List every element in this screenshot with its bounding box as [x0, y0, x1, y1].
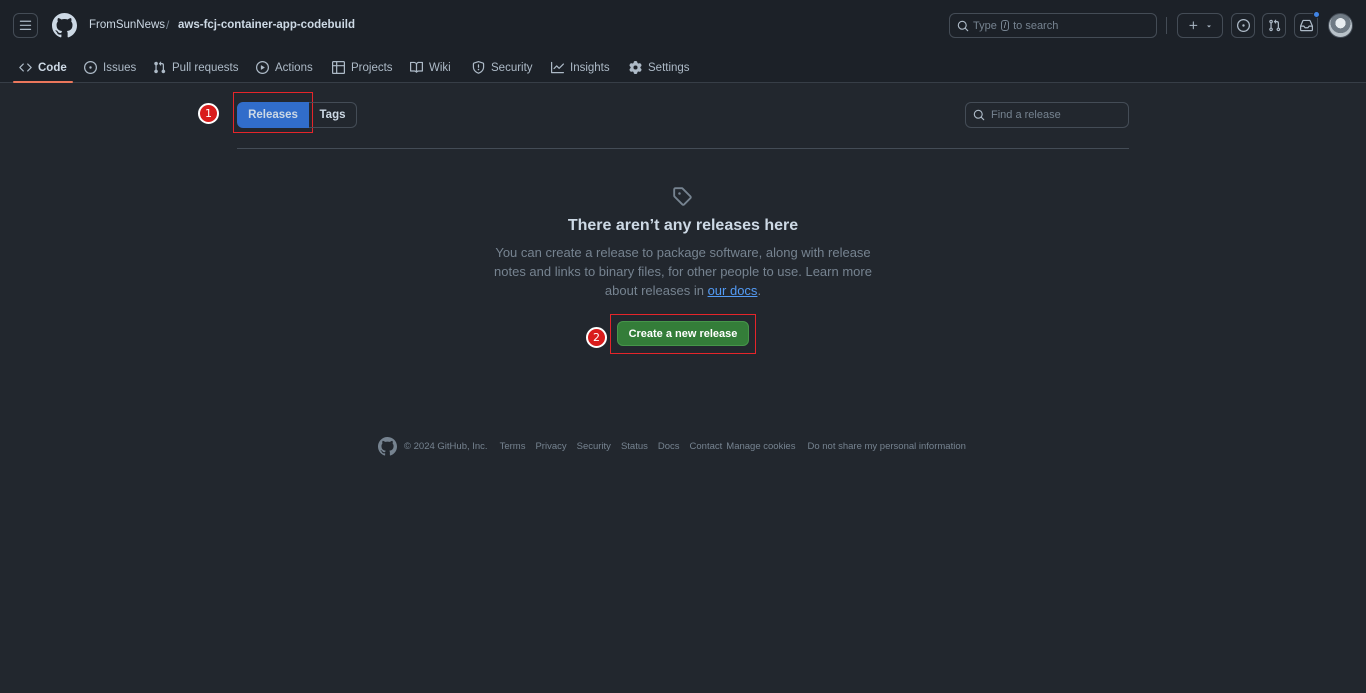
- empty-state-description: You can create a release to package soft…: [483, 243, 883, 300]
- search-icon: [957, 20, 969, 31]
- tab-issues-label: Issues: [103, 61, 137, 74]
- gear-icon: [629, 61, 642, 74]
- create-release-button[interactable]: Create a new release: [617, 321, 749, 346]
- breadcrumb-separator: /: [166, 18, 170, 32]
- releases-tags-toggle: Releases Tags: [237, 102, 357, 128]
- footer: © 2024 GitHub, Inc. Terms Privacy Securi…: [378, 436, 976, 456]
- create-new-button[interactable]: [1177, 13, 1223, 38]
- find-release-input[interactable]: Find a release: [965, 102, 1129, 128]
- inbox-icon: [1299, 19, 1313, 32]
- tag-icon: [673, 187, 692, 206]
- graph-icon: [551, 61, 564, 74]
- tab-pull-requests[interactable]: Pull requests: [153, 52, 238, 83]
- divider: [237, 148, 1129, 149]
- issues-button[interactable]: [1231, 13, 1255, 38]
- tab-security-label: Security: [491, 61, 533, 74]
- empty-state-text: You can create a release to package soft…: [494, 245, 872, 298]
- book-icon: [410, 61, 423, 73]
- tab-settings[interactable]: Settings: [629, 52, 690, 83]
- top-bar: FromSunNews / aws-fcj-container-app-code…: [0, 0, 1366, 52]
- search-hint-before: Type: [973, 19, 997, 32]
- tab-insights-label: Insights: [570, 61, 610, 74]
- github-logo-icon[interactable]: [378, 436, 397, 456]
- footer-link-contact[interactable]: Contact: [690, 441, 723, 452]
- plus-icon: [1188, 21, 1197, 30]
- tab-actions[interactable]: Actions: [256, 52, 313, 83]
- footer-link-manage-cookies[interactable]: Manage cookies: [726, 441, 795, 452]
- find-release-placeholder: Find a release: [991, 109, 1061, 121]
- play-icon: [256, 61, 269, 74]
- footer-copyright: © 2024 GitHub, Inc.: [404, 440, 488, 452]
- global-search-input[interactable]: Type / to search: [949, 13, 1157, 38]
- user-avatar[interactable]: [1328, 13, 1353, 38]
- search-hint-after: to search: [1013, 19, 1059, 32]
- tab-actions-label: Actions: [275, 61, 313, 74]
- hamburger-icon: [19, 20, 32, 30]
- breadcrumb-repo[interactable]: aws-fcj-container-app-codebuild: [178, 19, 355, 31]
- notification-dot: [1313, 11, 1320, 18]
- step-2-badge: 2: [586, 327, 607, 348]
- triangle-down-icon: [1206, 25, 1211, 27]
- github-logo-icon[interactable]: [52, 13, 77, 38]
- search-icon: [973, 109, 985, 121]
- tab-pull-requests-label: Pull requests: [172, 61, 239, 74]
- tab-code[interactable]: Code: [13, 52, 73, 83]
- tab-projects-label: Projects: [351, 61, 393, 74]
- empty-state-title: There aren’t any releases here: [567, 217, 799, 234]
- issue-opened-icon: [1236, 19, 1250, 32]
- search-shortcut-key: /: [1000, 20, 1010, 31]
- tab-insights[interactable]: Insights: [551, 52, 610, 83]
- app-header: FromSunNews / aws-fcj-container-app-code…: [0, 0, 1366, 83]
- releases-tab[interactable]: Releases: [237, 102, 309, 128]
- code-icon: [19, 63, 32, 72]
- table-icon: [332, 61, 345, 74]
- pull-requests-button[interactable]: [1262, 13, 1286, 38]
- git-pull-request-icon: [1268, 19, 1280, 32]
- footer-link-security[interactable]: Security: [577, 441, 611, 452]
- footer-link-do-not-share[interactable]: Do not share my personal information: [807, 441, 965, 452]
- divider: [1166, 17, 1167, 34]
- tab-projects[interactable]: Projects: [332, 52, 393, 83]
- tab-settings-label: Settings: [648, 61, 690, 74]
- pull-request-icon: [154, 61, 166, 74]
- step-1-badge: 1: [198, 103, 219, 124]
- footer-link-docs[interactable]: Docs: [658, 441, 680, 452]
- breadcrumb-owner[interactable]: FromSunNews: [89, 19, 165, 31]
- tags-tab[interactable]: Tags: [309, 102, 357, 128]
- tab-security[interactable]: Security: [472, 52, 533, 83]
- tab-code-label: Code: [38, 61, 67, 74]
- shield-icon: [472, 61, 485, 74]
- menu-button[interactable]: [13, 13, 38, 38]
- footer-link-privacy[interactable]: Privacy: [535, 441, 566, 452]
- footer-link-status[interactable]: Status: [621, 441, 648, 452]
- empty-state-period: .: [757, 283, 762, 298]
- tab-issues[interactable]: Issues: [84, 52, 136, 83]
- repo-nav: Code Issues Pull requests Actions Projec…: [0, 52, 1366, 83]
- issue-icon: [84, 61, 97, 74]
- tab-wiki-label: Wiki: [429, 61, 451, 74]
- tab-wiki[interactable]: Wiki: [410, 52, 451, 83]
- docs-link[interactable]: our docs: [708, 283, 758, 298]
- footer-link-terms[interactable]: Terms: [500, 441, 526, 452]
